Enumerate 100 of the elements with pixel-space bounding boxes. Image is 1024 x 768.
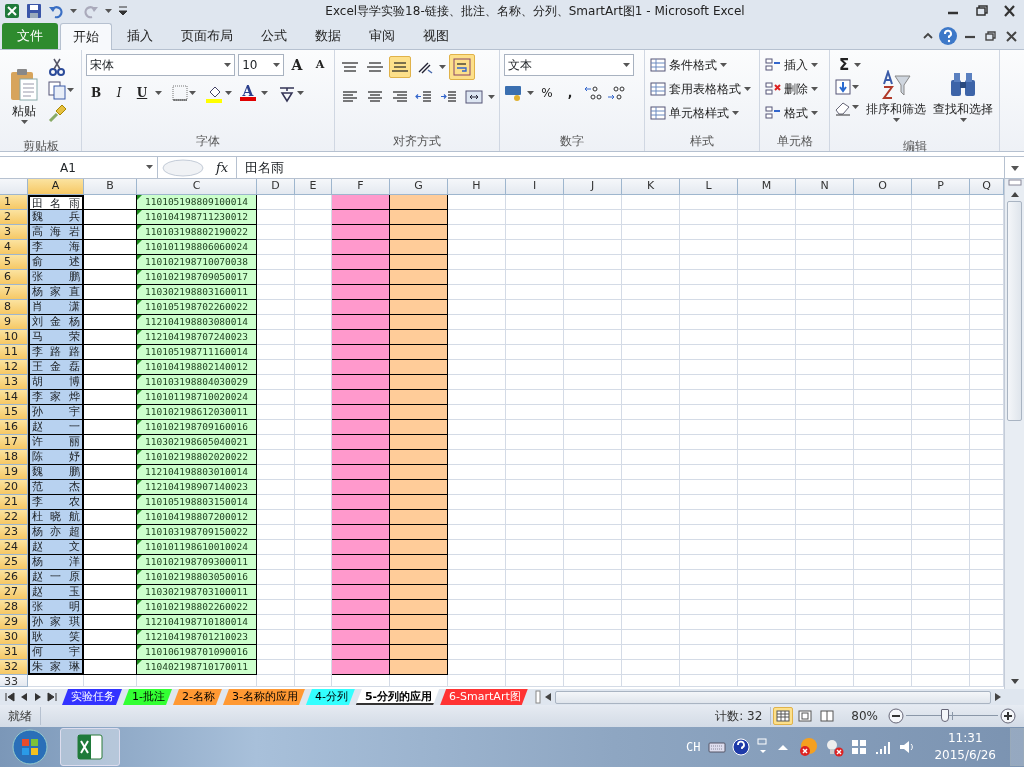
sheet-tab[interactable]: 5-分列的应用 — [355, 689, 440, 705]
customize-icon[interactable] — [118, 5, 128, 17]
zoom-slider[interactable] — [906, 709, 998, 723]
signal-icon[interactable] — [874, 739, 893, 755]
name-box[interactable]: A1 — [0, 157, 158, 178]
autosum-button[interactable]: Σ — [834, 54, 854, 76]
row-header[interactable]: 16 — [0, 420, 28, 435]
row-header[interactable]: 14 — [0, 390, 28, 405]
ribbon-tab[interactable]: 开始 — [60, 23, 112, 50]
formula-input[interactable]: 田名雨 — [236, 157, 1004, 178]
format-painter-icon[interactable] — [47, 103, 67, 123]
scroll-thumb[interactable] — [554, 690, 991, 704]
save-icon[interactable] — [26, 3, 42, 19]
column-header[interactable]: A — [28, 179, 84, 195]
last-sheet-icon[interactable] — [46, 691, 58, 703]
ribbon-tab[interactable]: 文件 — [2, 23, 58, 49]
ribbon-tab[interactable]: 页面布局 — [168, 23, 246, 49]
scroll-thumb[interactable] — [1007, 201, 1022, 421]
row-header[interactable]: 24 — [0, 540, 28, 555]
row-header[interactable]: 12 — [0, 360, 28, 375]
sort-filter-button[interactable]: 排序和筛选 — [864, 54, 928, 138]
zoom-percent[interactable]: 80% — [851, 707, 878, 725]
ribbon-tab[interactable]: 数据 — [302, 23, 354, 49]
row-header[interactable]: 23 — [0, 525, 28, 540]
caret-icon[interactable] — [527, 90, 534, 96]
row-header[interactable]: 26 — [0, 570, 28, 585]
caret-icon[interactable] — [854, 62, 861, 68]
help-icon[interactable] — [732, 738, 751, 756]
decrease-decimal-icon[interactable] — [606, 84, 626, 102]
style-menu-button[interactable]: 套用表格格式 — [649, 78, 755, 100]
cells-menu-button[interactable]: 插入 — [764, 54, 825, 76]
sheet-tab[interactable]: 3-名称的应用 — [222, 689, 305, 705]
caret-icon[interactable] — [189, 90, 196, 96]
insert-function-button[interactable]: fx — [208, 157, 236, 178]
bold-button[interactable]: B — [86, 82, 106, 104]
wrap-text-button[interactable] — [449, 54, 475, 80]
ribbon-tab[interactable]: 审阅 — [356, 23, 408, 49]
row-header[interactable]: 13 — [0, 375, 28, 390]
row-header[interactable]: 32 — [0, 660, 28, 675]
column-header[interactable]: F — [332, 179, 390, 195]
column-header[interactable]: C — [137, 179, 257, 195]
caret-icon[interactable] — [852, 104, 859, 110]
row-header[interactable]: 5 — [0, 255, 28, 270]
column-header[interactable]: B — [84, 179, 137, 195]
underline-button[interactable]: U — [132, 82, 152, 104]
caret-icon[interactable] — [155, 90, 162, 96]
caret-icon[interactable] — [20, 119, 28, 125]
italic-button[interactable]: I — [109, 82, 129, 104]
increase-decimal-icon[interactable] — [583, 84, 603, 102]
caret-icon[interactable] — [811, 86, 818, 92]
sheet-tab[interactable]: 4-分列 — [305, 689, 355, 705]
row-header[interactable]: 22 — [0, 510, 28, 525]
caret-icon[interactable] — [811, 62, 818, 68]
caret-icon[interactable] — [224, 62, 232, 68]
row-header[interactable]: 21 — [0, 495, 28, 510]
ribbon-tab[interactable]: 公式 — [248, 23, 300, 49]
row-header[interactable]: 18 — [0, 450, 28, 465]
row-header[interactable]: 28 — [0, 600, 28, 615]
zoom-out-icon[interactable] — [888, 708, 904, 724]
caret-icon[interactable] — [297, 90, 304, 96]
row-header[interactable]: 17 — [0, 435, 28, 450]
column-header[interactable]: H — [448, 179, 506, 195]
caret-icon[interactable] — [261, 90, 268, 96]
style-menu-button[interactable]: 条件格式 — [649, 54, 755, 76]
percent-button[interactable]: % — [537, 82, 557, 104]
caret-icon[interactable] — [720, 62, 727, 68]
split-handle-icon[interactable] — [1006, 179, 1023, 187]
row-header[interactable]: 19 — [0, 465, 28, 480]
row-header[interactable]: 7 — [0, 285, 28, 300]
cut-icon[interactable] — [47, 57, 67, 77]
column-header[interactable]: O — [854, 179, 912, 195]
caret-icon[interactable] — [744, 86, 751, 92]
borders-icon[interactable] — [171, 84, 189, 102]
network-alert-icon[interactable] — [824, 737, 845, 757]
row-header[interactable]: 6 — [0, 270, 28, 285]
excel-icon[interactable] — [4, 3, 20, 19]
taskbar-app-button[interactable] — [60, 728, 120, 766]
caret-icon[interactable] — [488, 94, 495, 100]
row-header[interactable]: 8 — [0, 300, 28, 315]
caret-icon[interactable] — [892, 117, 900, 123]
expand-icon[interactable] — [1009, 163, 1020, 172]
caret-icon[interactable] — [811, 110, 818, 116]
shrink-font-button[interactable]: A — [310, 54, 330, 76]
help-icon[interactable] — [938, 26, 958, 46]
row-header[interactable]: 1 — [0, 195, 28, 210]
sheet-tab[interactable]: 1-批注 — [123, 689, 172, 705]
column-header[interactable]: I — [506, 179, 564, 195]
row-header[interactable]: 30 — [0, 630, 28, 645]
windows-flag-icon[interactable] — [850, 738, 869, 756]
zoom-in-icon[interactable] — [1000, 708, 1016, 724]
font-name-select[interactable]: 宋体 — [86, 54, 236, 76]
column-header[interactable]: L — [680, 179, 738, 195]
number-format-select[interactable]: 文本 — [504, 54, 634, 76]
row-header[interactable]: 10 — [0, 330, 28, 345]
row-header[interactable]: 33 — [0, 675, 28, 687]
caret-icon[interactable] — [732, 110, 739, 116]
row-header[interactable]: 20 — [0, 480, 28, 495]
row-header[interactable]: 9 — [0, 315, 28, 330]
caret-icon[interactable] — [273, 62, 280, 68]
caret-icon[interactable] — [852, 84, 859, 90]
